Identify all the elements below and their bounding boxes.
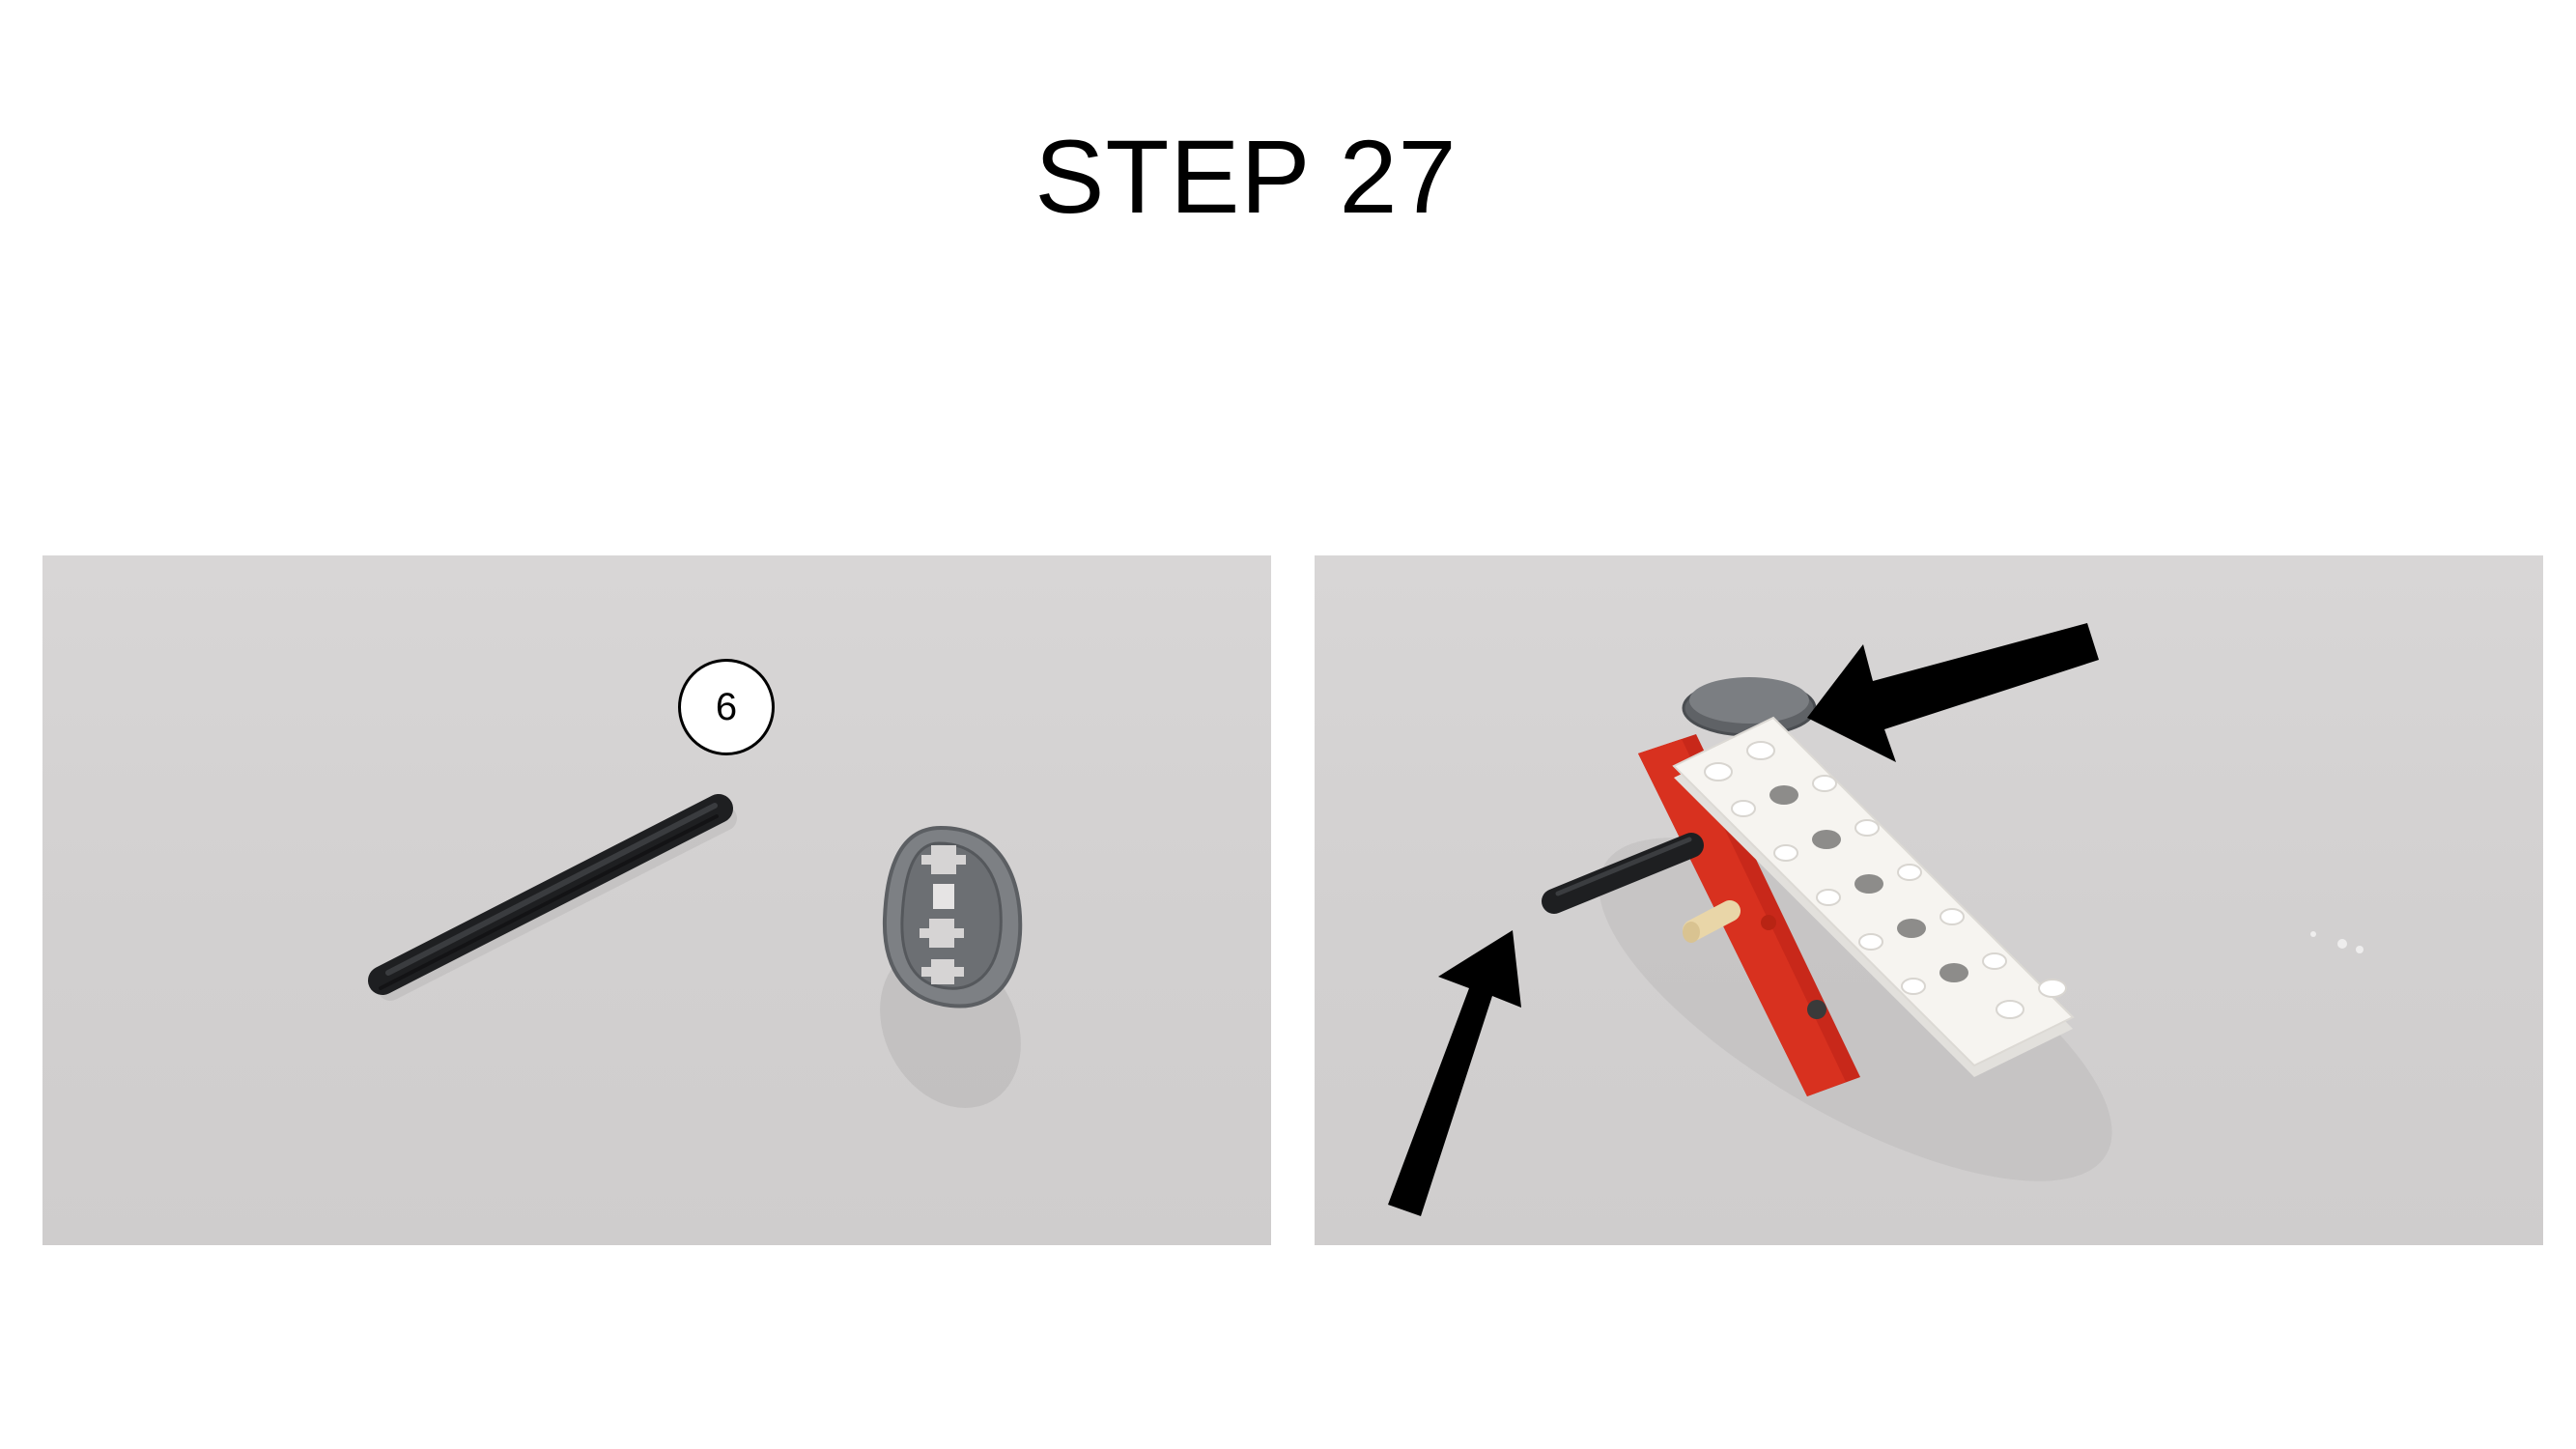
- axle-part: [368, 794, 733, 995]
- assembly-photo: [1315, 555, 2543, 1245]
- quantity-badge: 6: [678, 659, 775, 755]
- parts-photo: 6: [42, 555, 1271, 1245]
- arrow-to-axle: [1388, 930, 1521, 1216]
- step-title: STEP 27: [1034, 118, 1458, 235]
- arrow-to-wheel: [1807, 623, 2099, 762]
- wedge-belt-wheel-part: [880, 825, 1023, 1109]
- wedge-belt-wheel: [1682, 677, 1817, 737]
